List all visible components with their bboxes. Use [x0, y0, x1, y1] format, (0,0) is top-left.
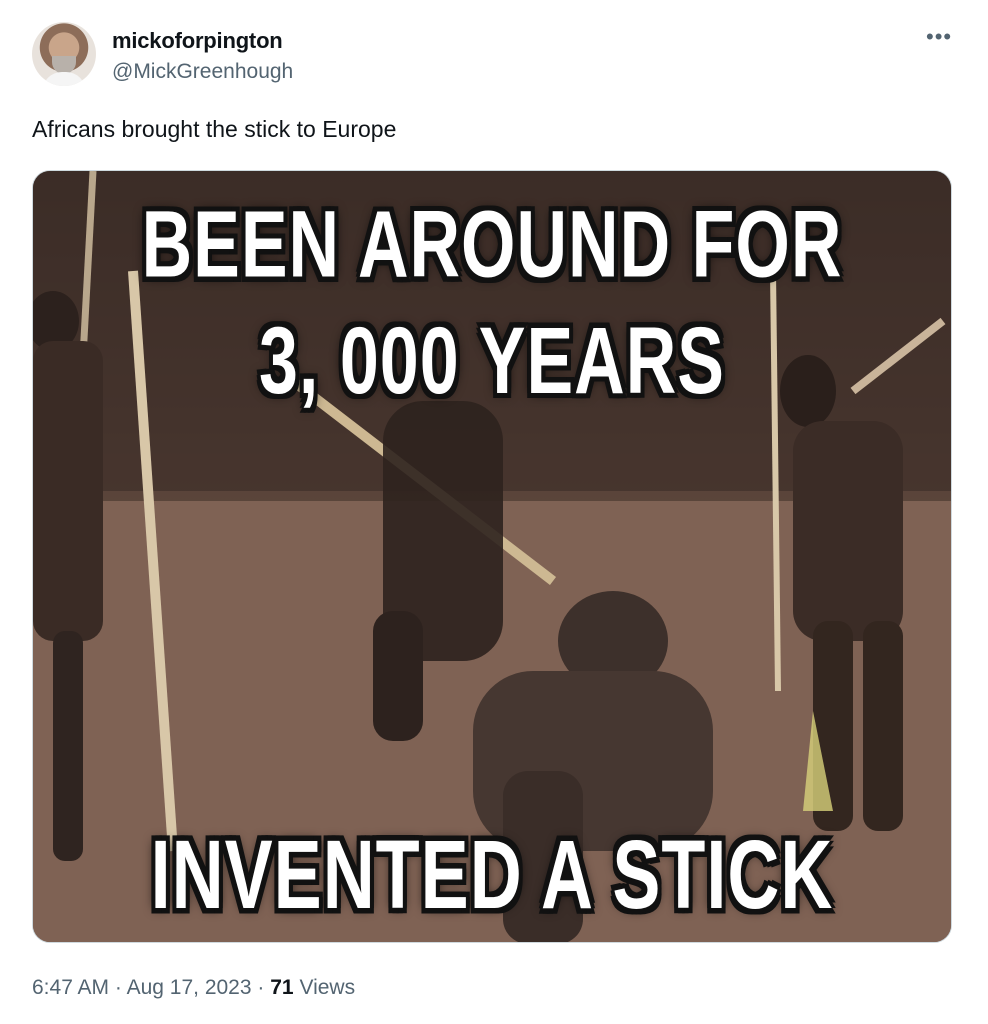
tweet-date[interactable]: Aug 17, 2023	[127, 976, 252, 999]
meme-top-caption: BEEN AROUND FOR 3, 000 YEARS	[33, 197, 951, 429]
avatar[interactable]	[32, 22, 96, 86]
views-count: 71	[270, 976, 294, 999]
meme-top-line-1: BEEN AROUND FOR	[141, 191, 843, 297]
separator: ·	[257, 976, 265, 999]
views-label: Views	[299, 976, 356, 999]
tweet-text: Africans brought the stick to Europe	[32, 116, 397, 142]
more-options-icon[interactable]: •••	[926, 24, 952, 50]
meme-top-line-2: 3, 000 YEARS	[259, 307, 725, 413]
user-handle[interactable]: @MickGreenhough	[112, 60, 293, 84]
tweet-metadata: 6:47 AM · Aug 17, 2023 · 71 Views	[32, 976, 355, 1000]
tweet-time[interactable]: 6:47 AM	[32, 976, 109, 999]
tweet-media-image[interactable]: BEEN AROUND FOR 3, 000 YEARS INVENTED A …	[32, 170, 952, 943]
avatar-shirt	[42, 72, 86, 86]
display-name[interactable]: mickoforpington	[112, 28, 283, 54]
meme-bottom-caption: INVENTED A STICK	[150, 821, 834, 930]
separator: ·	[114, 976, 122, 999]
